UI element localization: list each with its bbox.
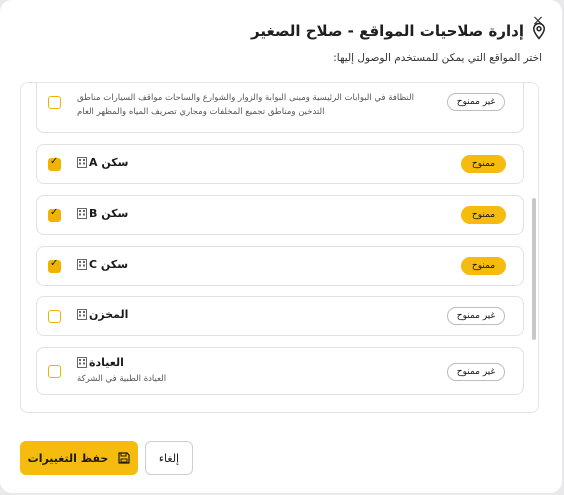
floppy-disk-icon <box>118 452 130 464</box>
status-badge: غير ممنوح <box>447 93 505 111</box>
cancel-label: إلغاء <box>158 451 180 465</box>
location-item: المخزن غير ممنوح <box>36 296 524 336</box>
map-pin-icon <box>532 22 546 40</box>
status-badge: ممنوح <box>461 257 506 275</box>
location-name-wrap: سكن C <box>77 258 128 271</box>
modal-title: إدارة صلاحيات المواقع - صلاح الصغير <box>251 22 524 40</box>
location-name: سكن C <box>89 258 129 271</box>
location-name: المخزن <box>89 308 129 321</box>
building-icon <box>77 357 87 368</box>
location-description-line2: التدخين ومناطق تجميع المخلفات ومجاري تصر… <box>77 107 325 117</box>
location-name-wrap: العيادة <box>77 356 124 369</box>
location-description: العيادة الطبية في الشركة <box>77 374 167 384</box>
location-name-wrap: المخزن <box>77 308 128 321</box>
status-badge: غير ممنوح <box>447 363 505 381</box>
status-badge: ممنوح <box>461 155 506 173</box>
list-scrollbar[interactable] <box>532 198 536 340</box>
status-badge: ممنوح <box>461 206 506 224</box>
status-badge: غير ممنوح <box>447 307 505 325</box>
locations-list[interactable]: النظافة في البوابات الرئيسية ومبنى البوا… <box>20 82 539 413</box>
save-label: حفظ التغييرات <box>27 451 109 465</box>
building-icon <box>77 157 87 168</box>
location-checkbox[interactable] <box>48 96 61 109</box>
location-item: العيادة العيادة الطبية في الشركة غير ممن… <box>36 347 524 395</box>
location-item: سكن B ممنوح <box>36 195 524 235</box>
location-permissions-modal: × إدارة صلاحيات المواقع - صلاح الصغير اخ… <box>0 0 562 493</box>
building-icon <box>77 259 87 270</box>
cancel-button[interactable]: إلغاء <box>145 441 193 475</box>
location-name: سكن A <box>89 156 129 169</box>
location-checkbox[interactable] <box>48 258 61 273</box>
location-name: سكن B <box>89 207 129 220</box>
location-checkbox[interactable] <box>48 310 61 323</box>
location-checkbox[interactable] <box>48 365 61 378</box>
save-button[interactable]: حفظ التغييرات <box>20 441 138 475</box>
modal-header: إدارة صلاحيات المواقع - صلاح الصغير <box>251 18 548 44</box>
location-description: النظافة في البوابات الرئيسية ومبنى البوا… <box>77 93 414 103</box>
location-name-wrap: سكن A <box>77 156 128 169</box>
location-name-wrap: سكن B <box>77 207 128 220</box>
location-item: سكن A ممنوح <box>36 144 524 184</box>
location-item: سكن C ممنوح <box>36 246 524 286</box>
location-item: النظافة في البوابات الرئيسية ومبنى البوا… <box>36 83 524 133</box>
location-name: العيادة <box>89 356 124 369</box>
building-icon <box>77 208 87 219</box>
location-checkbox[interactable] <box>48 207 61 222</box>
modal-subtitle: اختر المواقع التي يمكن للمستخدم الوصول إ… <box>333 52 542 64</box>
building-icon <box>77 309 87 320</box>
location-checkbox[interactable] <box>48 156 61 171</box>
